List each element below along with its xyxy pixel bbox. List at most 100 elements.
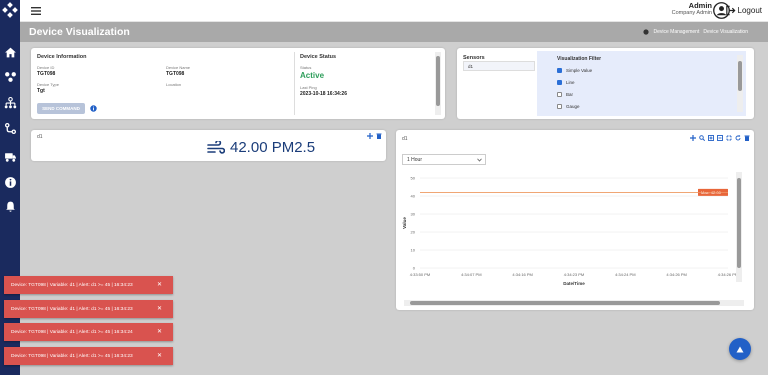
x-tick-label: 4:34:26 PM — [718, 272, 738, 277]
page-header: Device Visualization Device Management D… — [20, 22, 768, 42]
close-icon[interactable]: ✕ — [157, 281, 162, 288]
info-icon[interactable] — [90, 105, 97, 112]
y-tick-label: 20 — [411, 230, 416, 235]
line-chart-card: d1 1 Hour 0 10 20 30 40 50 4:33:50 PM 4:34:07 P… — [396, 130, 754, 310]
scrollbar[interactable] — [435, 52, 441, 115]
breadcrumb: Device Management Device Visualization — [643, 29, 748, 35]
scrollbar-thumb[interactable] — [738, 61, 742, 91]
x-tick-label: 4:34:07 PM — [461, 272, 481, 277]
visualization-filter: Visualization Filter Simple Value Line B… — [537, 51, 746, 116]
alert-toast: Device: TGT098 | Variable: d1 | Alert: d… — [4, 276, 173, 294]
move-icon[interactable] — [690, 135, 696, 141]
card-tools — [367, 133, 382, 139]
y-tick-label: 0 — [413, 266, 416, 271]
reset-zoom-icon[interactable] — [726, 135, 732, 141]
device-id-label: Device ID — [37, 65, 55, 70]
delete-icon[interactable] — [376, 133, 382, 139]
info-icon[interactable] — [0, 172, 20, 192]
y-axis-label: Value — [402, 217, 407, 229]
card-label: d1 — [402, 136, 408, 142]
scroll-to-top-button[interactable] — [729, 338, 751, 360]
breadcrumb-item[interactable]: Device Management — [653, 29, 699, 35]
alert-text: Device: TGT098 | Variable: d1 | Alert: d… — [11, 353, 133, 359]
chevron-down-icon — [477, 158, 482, 162]
option-label: Line — [566, 80, 575, 85]
x-tick-label: 4:34:24 PM — [615, 272, 635, 277]
last-ping-label: Last Ping — [300, 85, 317, 90]
sensors-card: Sensors d1 Visualization Filter Simple V… — [457, 48, 754, 119]
card-label: d1 — [37, 134, 43, 140]
checkbox[interactable] — [557, 68, 562, 73]
status-label: Status — [300, 65, 312, 70]
user-role: Company Admin — [671, 9, 712, 16]
delete-icon[interactable] — [744, 135, 750, 141]
time-range-select[interactable]: 1 Hour — [402, 154, 486, 165]
logo-icon[interactable] — [2, 2, 18, 18]
logout-button[interactable]: Logout — [725, 5, 762, 16]
devices-icon[interactable] — [0, 66, 20, 86]
close-icon[interactable]: ✕ — [157, 352, 162, 359]
page-title: Device Visualization — [29, 26, 130, 38]
option-label: Bar — [566, 92, 574, 97]
location-label: Location — [166, 82, 182, 87]
simple-value-card: d1 42.00 PM2.5 — [31, 130, 386, 161]
flow-icon[interactable] — [0, 118, 20, 138]
y-tick-label: 50 — [411, 176, 416, 181]
menu-icon[interactable] — [30, 5, 42, 17]
refresh-icon[interactable] — [735, 135, 741, 141]
scrollbar[interactable] — [737, 55, 743, 112]
alert-text: Device: TGT098 | Variable: d1 | Alert: d… — [11, 282, 133, 288]
bell-icon[interactable] — [0, 196, 20, 216]
device-id-value: TGT098 — [37, 71, 56, 77]
dashboard-icon — [643, 29, 650, 35]
close-icon[interactable]: ✕ — [157, 305, 162, 312]
device-info-card: Device Information Device ID TGT098 Devi… — [31, 48, 445, 119]
vehicle-icon[interactable] — [0, 146, 20, 166]
zoom-out-icon[interactable] — [717, 135, 723, 141]
filter-title: Visualization Filter — [557, 56, 602, 62]
close-icon[interactable]: ✕ — [157, 328, 162, 335]
alert-toast: Device: TGT098 | Variable: d1 | Alert: d… — [4, 300, 173, 318]
sensor-list-item[interactable]: d1 — [463, 61, 535, 71]
x-axis-label: Date/Time — [563, 281, 585, 286]
section-divider — [294, 52, 295, 115]
sensor-name: d1 — [468, 64, 474, 69]
x-tick-label: 4:33:50 PM — [410, 272, 430, 277]
chevron-up-icon — [736, 346, 744, 352]
scrollbar-thumb[interactable] — [410, 301, 720, 305]
scrollbar-thumb[interactable] — [436, 56, 440, 106]
home-icon[interactable] — [0, 42, 20, 62]
x-tick-label: 4:34:26 PM — [666, 272, 686, 277]
sensor-value-text: 42.00 PM2.5 — [230, 139, 316, 156]
alert-toast: Device: TGT098 | Variable: d1 | Alert: d… — [4, 347, 173, 365]
y-tick-label: 10 — [411, 248, 416, 253]
line-chart: 0 10 20 30 40 50 4:33:50 PM 4:34:07 PM 4:34:16 P… — [402, 172, 742, 286]
option-label: Simple Value — [566, 68, 593, 73]
sensor-value: 42.00 PM2.5 — [207, 139, 315, 156]
checkbox[interactable] — [557, 104, 562, 109]
checkbox[interactable] — [557, 92, 562, 97]
filter-option-bar[interactable]: Bar — [557, 92, 573, 97]
time-range-value: 1 Hour — [407, 157, 423, 163]
filter-option-gauge[interactable]: Gauge — [557, 104, 580, 109]
move-icon[interactable] — [367, 133, 373, 139]
breadcrumb-item: Device Visualization — [703, 29, 748, 35]
logout-icon — [725, 5, 735, 16]
device-info-title: Device Information — [37, 54, 87, 60]
last-ping-value: 2023-10-18 16:34:26 — [300, 91, 347, 97]
option-label: Gauge — [566, 104, 580, 109]
device-type-value: Tgt — [37, 88, 45, 94]
alert-toast: Device: TGT098 | Variable: d1 | Alert: d… — [4, 323, 173, 341]
user-name: Admin — [688, 1, 712, 10]
send-command-button[interactable]: SEND COMMAND — [37, 103, 85, 114]
hierarchy-icon[interactable] — [0, 92, 20, 112]
zoom-in-icon[interactable] — [708, 135, 714, 141]
checkbox[interactable] — [557, 80, 562, 85]
chart-horizontal-scrollbar[interactable] — [404, 300, 744, 306]
zoom-icon[interactable] — [699, 135, 705, 141]
status-badge: Active — [300, 71, 325, 80]
filter-option-simple-value[interactable]: Simple Value — [557, 68, 592, 73]
chart-tools — [690, 135, 750, 141]
filter-option-line[interactable]: Line — [557, 80, 575, 85]
wind-icon — [207, 140, 225, 154]
